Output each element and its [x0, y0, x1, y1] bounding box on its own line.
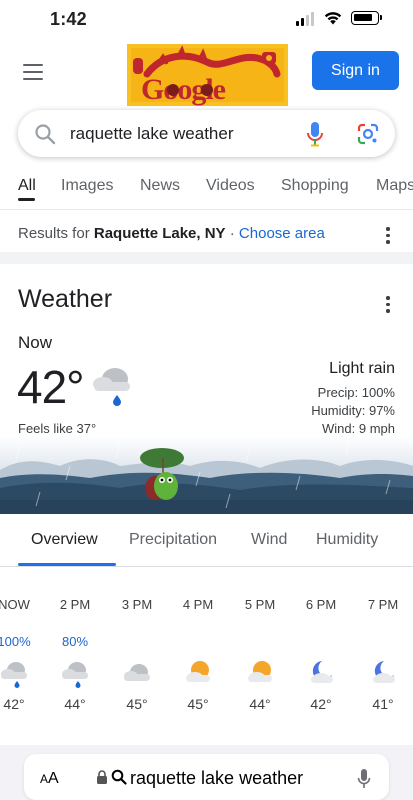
tab-videos[interactable]: Videos — [206, 177, 255, 195]
condition-text: Light rain — [329, 360, 395, 377]
weather-more-icon[interactable] — [386, 296, 390, 313]
hour-temp: 45° — [126, 696, 148, 712]
tab-all[interactable]: All — [18, 177, 36, 195]
hour-time: 6 PM — [305, 597, 337, 612]
hour-temp: 45° — [187, 696, 209, 712]
tab-shopping[interactable]: Shopping — [281, 177, 349, 195]
choose-area-link[interactable]: Choose area — [239, 225, 325, 242]
hour-time: 4 PM — [182, 597, 214, 612]
hour-precip: 80% — [61, 634, 89, 649]
weather-title: Weather — [18, 285, 113, 313]
tab-news[interactable]: News — [140, 177, 180, 195]
address-search-icon — [111, 769, 127, 785]
wifi-icon — [324, 12, 342, 25]
sign-in-button[interactable]: Sign in — [312, 51, 399, 90]
google-doodle-logo[interactable]: Google — [127, 44, 288, 106]
degree-symbol: ° — [66, 361, 84, 413]
overview-divider — [0, 566, 413, 567]
current-temperature-value: 42 — [17, 361, 67, 413]
rain-icon — [48, 659, 102, 689]
voice-search-icon[interactable] — [306, 121, 324, 147]
results-location: Raquette Lake, NY — [93, 225, 226, 242]
text-size-small-a: A — [40, 772, 49, 786]
weather-frog-scene — [0, 436, 413, 514]
results-separator: · — [225, 225, 239, 242]
tab-overview[interactable]: Overview — [31, 531, 98, 549]
tab-images[interactable]: Images — [61, 177, 113, 195]
tab-maps[interactable]: Maps — [376, 177, 413, 195]
dictation-mic-icon[interactable] — [357, 768, 371, 790]
tab-active-indicator — [18, 198, 35, 201]
now-label: Now — [18, 333, 53, 352]
hour-precip: 100% — [0, 634, 31, 649]
hour-temp: 41° — [372, 696, 394, 712]
humidity-detail: Humidity: 97% — [311, 403, 395, 418]
hour-time: 5 PM — [244, 597, 276, 612]
moon-cloud-icon — [294, 659, 348, 689]
tab-maps-clip: Maps — [374, 170, 413, 198]
wind-detail: Wind: 9 mph — [322, 421, 395, 436]
address-url[interactable]: raquette lake weather — [130, 768, 303, 789]
tab-precipitation[interactable]: Precipitation — [129, 531, 217, 549]
hour-temp: 44° — [64, 696, 86, 712]
sun-cloud-icon — [233, 659, 287, 689]
hour-temp: 44° — [249, 696, 271, 712]
results-more-icon[interactable] — [386, 227, 390, 244]
section-separator — [0, 252, 413, 264]
tabs-divider — [0, 209, 413, 210]
tab-humidity[interactable]: Humidity — [316, 531, 378, 549]
cellular-signal-icon — [296, 12, 314, 26]
current-temperature: 42° — [17, 360, 85, 414]
cloud-icon — [110, 659, 164, 689]
battery-icon — [351, 11, 382, 25]
status-time: 1:42 — [50, 9, 87, 29]
hour-time: 3 PM — [121, 597, 153, 612]
feels-like: Feels like 37° — [18, 421, 97, 436]
hour-time: 7 PM — [367, 597, 399, 612]
results-for-line: Results for Raquette Lake, NY · Choose a… — [18, 225, 325, 242]
menu-icon[interactable] — [23, 64, 43, 80]
text-size-button[interactable]: AA — [40, 770, 59, 788]
lock-icon — [97, 770, 107, 784]
hour-temp: 42° — [3, 696, 25, 712]
search-query[interactable]: raquette lake weather — [70, 124, 234, 144]
google-lens-icon[interactable] — [356, 122, 380, 146]
moon-cloud-icon — [356, 659, 410, 689]
hourly-forecast[interactable]: NOW 100% 42° 2 PM 80% 44° 3 PM 45° 4 PM 45° 5 PM 44… — [0, 570, 413, 740]
search-icon — [35, 124, 56, 145]
hour-time: 2 PM — [59, 597, 91, 612]
sun-cloud-icon — [171, 659, 225, 689]
hour-temp: 42° — [310, 696, 332, 712]
results-for-prefix: Results for — [18, 225, 94, 242]
rain-icon — [0, 659, 41, 689]
tab-wind[interactable]: Wind — [251, 531, 287, 549]
text-size-large-a: A — [48, 770, 59, 787]
rain-cloud-icon — [93, 368, 130, 406]
hour-time: NOW — [0, 597, 30, 612]
precip-detail: Precip: 100% — [317, 385, 395, 400]
